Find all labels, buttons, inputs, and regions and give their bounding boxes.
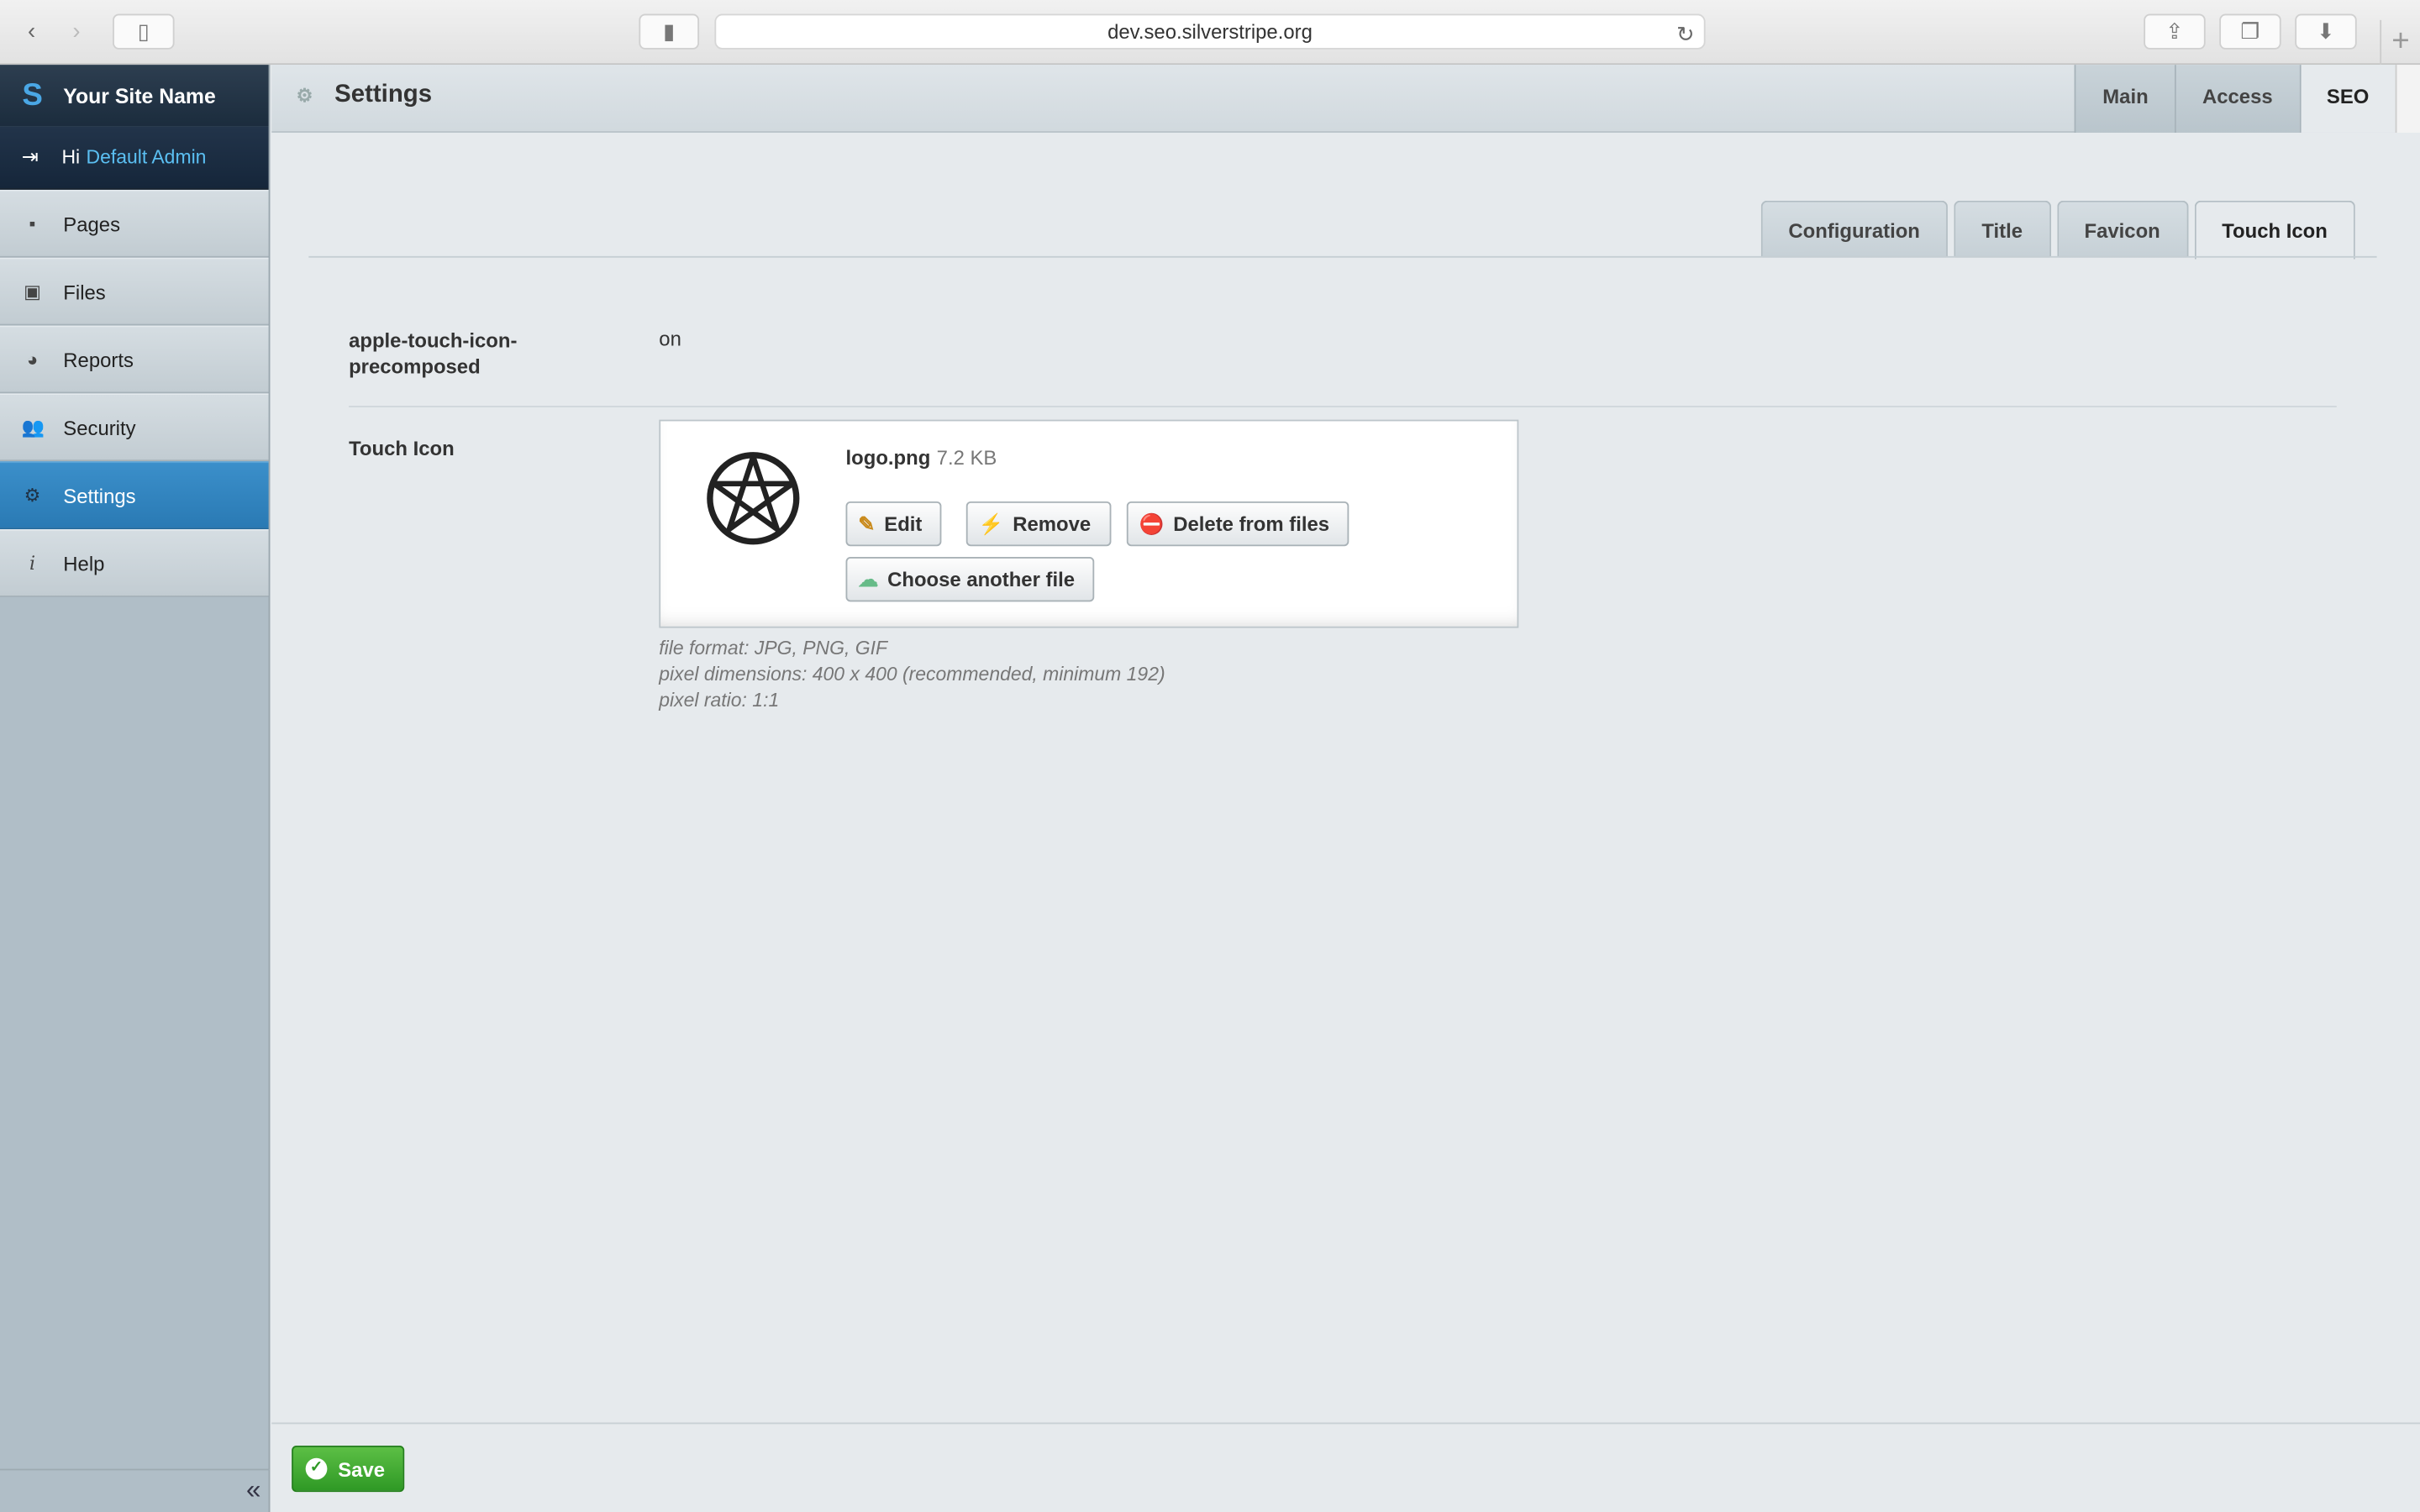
remove-button[interactable]: ⚡ Remove xyxy=(965,501,1112,547)
touch-icon-label: Touch Icon xyxy=(349,436,455,460)
gears-icon: ⚙ xyxy=(24,484,41,507)
sidebar-item-settings[interactable]: ⚙ Settings xyxy=(0,461,269,529)
check-icon: ✓ xyxy=(305,1457,328,1480)
file-info: logo.png 7.2 KB xyxy=(846,446,997,470)
seo-sub-tabs: Configuration Title Favicon Touch Icon xyxy=(1754,200,2355,260)
browser-toolbar: ‹ › ▯ ▮ dev.seo.silverstripe.org ↻ ⇪ ❐ ⬇… xyxy=(0,0,2420,66)
sidebar-item-label: Settings xyxy=(63,483,136,507)
user-greeting: ⇥ Hi Default Admin xyxy=(0,126,269,190)
file-name: logo.png xyxy=(845,445,931,470)
sidebar-item-pages[interactable]: ▪ Pages xyxy=(0,189,269,258)
file-upload-field: logo.png 7.2 KB ✎ Edit ⚡ Remove ⛔ Delete … xyxy=(659,419,1519,628)
image-icon: ▣ xyxy=(24,281,41,302)
new-tab-icon[interactable]: + xyxy=(2380,19,2420,66)
tab-access[interactable]: Access xyxy=(2174,65,2299,133)
precomposed-value: on xyxy=(659,327,681,350)
reload-icon[interactable]: ↻ xyxy=(1676,17,1695,50)
logout-icon[interactable]: ⇥ xyxy=(22,145,46,170)
edit-label: Edit xyxy=(884,512,923,536)
greeting-prefix: Hi xyxy=(61,146,81,169)
content-header: ⚙ Settings Main Access SEO xyxy=(271,65,2396,133)
hint-file-format: file format: JPG, PNG, GIF xyxy=(659,637,888,659)
action-footer: ✓ Save xyxy=(271,1422,2420,1512)
sidebar-item-help[interactable]: i Help xyxy=(0,529,269,597)
tabs-overview-icon[interactable]: ❐ xyxy=(2219,13,2281,50)
pie-chart-icon: ◕ xyxy=(26,349,39,370)
sidebar-item-reports[interactable]: ◕ Reports xyxy=(0,325,269,394)
delete-label: Delete from files xyxy=(1173,512,1330,536)
back-button[interactable]: ‹ xyxy=(9,14,54,50)
unplug-icon: ⚡ xyxy=(978,511,1004,535)
file-size: 7.2 KB xyxy=(936,445,997,470)
settings-panel: Configuration Title Favicon Touch Icon a… xyxy=(271,134,2420,1423)
hint-pixel-ratio: pixel ratio: 1:1 xyxy=(659,690,780,711)
save-label: Save xyxy=(338,1457,386,1481)
top-tabs: Main Access SEO xyxy=(2075,65,2396,133)
sidebar-item-label: Help xyxy=(63,551,105,575)
choose-another-file-button[interactable]: ☁ Choose another file xyxy=(845,557,1095,602)
save-button[interactable]: ✓ Save xyxy=(292,1446,405,1493)
sidebar-item-files[interactable]: ▣ Files xyxy=(0,257,269,326)
tab-title[interactable]: Title xyxy=(1954,200,2051,258)
site-name: Your Site Name xyxy=(63,84,216,108)
remove-label: Remove xyxy=(1013,512,1092,536)
silverstripe-logo-icon: S xyxy=(22,77,43,113)
edit-button[interactable]: ✎ Edit xyxy=(845,501,943,547)
sidebar-item-label: Files xyxy=(63,280,106,303)
delete-from-files-button[interactable]: ⛔ Delete from files xyxy=(1126,501,1349,547)
address-bar[interactable]: dev.seo.silverstripe.org ↻ xyxy=(714,13,1706,50)
downloads-icon[interactable]: ⬇ xyxy=(2295,13,2357,50)
gears-icon: ⚙ xyxy=(296,85,313,107)
choose-label: Choose another file xyxy=(887,567,1076,591)
info-icon: i xyxy=(29,552,36,575)
sidebar-item-label: Reports xyxy=(63,348,134,371)
sidebar-item-label: Pages xyxy=(63,212,121,236)
forward-button[interactable]: › xyxy=(54,14,98,50)
precomposed-label: apple-touch-icon-precomposed xyxy=(349,328,518,378)
tab-divider xyxy=(308,255,2377,258)
sidebar-toggle-icon[interactable]: ▯ xyxy=(113,13,175,50)
site-brand[interactable]: S Your Site Name xyxy=(0,65,269,127)
scrollbar[interactable] xyxy=(2395,65,2420,133)
page-title: ⚙ Settings xyxy=(297,81,432,109)
sidebar-item-security[interactable]: 👥 Security xyxy=(0,393,269,462)
tab-seo[interactable]: SEO xyxy=(2298,65,2396,133)
history-nav: ‹ › xyxy=(9,14,100,50)
cms-sidebar: S Your Site Name ⇥ Hi Default Admin ▪ Pa… xyxy=(0,65,271,1512)
delete-icon: ⛔ xyxy=(1139,511,1165,535)
tab-configuration[interactable]: Configuration xyxy=(1760,200,1948,258)
upload-cloud-icon: ☁ xyxy=(858,567,879,591)
url-text: dev.seo.silverstripe.org xyxy=(1107,19,1313,44)
profile-link[interactable]: Default Admin xyxy=(87,146,207,168)
collapse-sidebar-button[interactable]: « xyxy=(0,1468,271,1512)
users-icon: 👥 xyxy=(21,416,45,438)
sitemap-icon: ▪ xyxy=(29,213,36,235)
share-icon[interactable]: ⇪ xyxy=(2144,13,2206,50)
sidebar-item-label: Security xyxy=(63,416,136,439)
reader-icon[interactable]: ▮ xyxy=(639,13,700,50)
page-title-text: Settings xyxy=(334,81,433,108)
tab-favicon[interactable]: Favicon xyxy=(2056,200,2188,258)
tab-touch-icon[interactable]: Touch Icon xyxy=(2194,200,2355,260)
field-divider xyxy=(349,406,2337,407)
pencil-icon: ✎ xyxy=(858,511,876,535)
logo-thumbnail xyxy=(707,452,800,545)
hint-pixel-dimensions: pixel dimensions: 400 x 400 (recommended… xyxy=(659,663,1165,685)
tab-main[interactable]: Main xyxy=(2075,65,2175,133)
